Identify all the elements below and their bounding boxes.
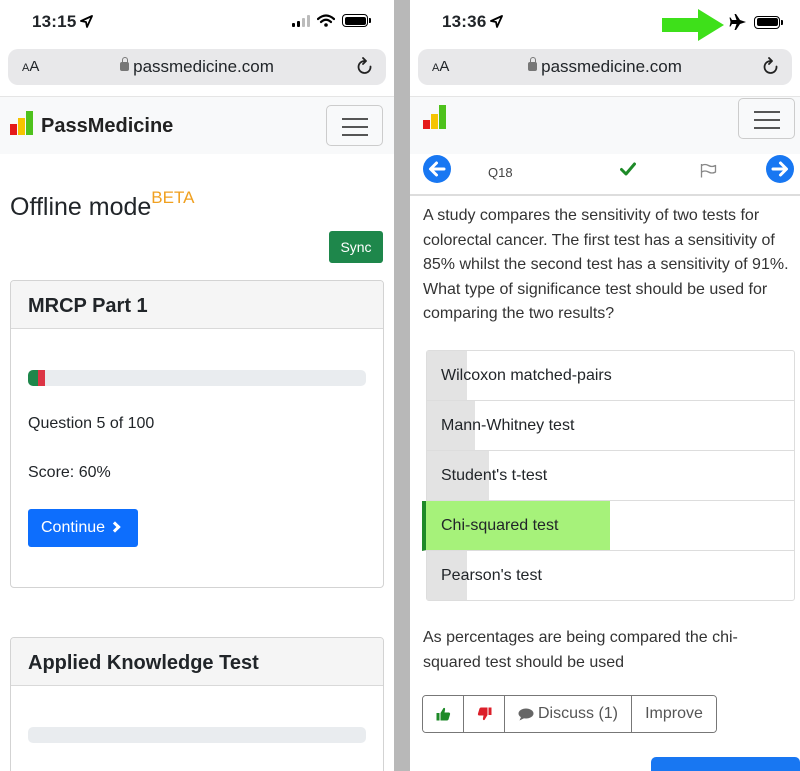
wifi-icon	[317, 14, 335, 27]
url-domain[interactable]: passmedicine.com	[418, 57, 792, 77]
signal-icon	[292, 14, 310, 27]
discuss-label: Discuss (1)	[537, 705, 618, 722]
status-bar: 13:36	[410, 0, 800, 44]
next-question-button[interactable]	[651, 757, 800, 771]
battery-icon	[342, 14, 371, 27]
reload-icon[interactable]	[356, 57, 374, 77]
sync-button[interactable]: Sync	[329, 231, 383, 263]
arrow-right-icon[interactable]	[766, 155, 794, 183]
question-progress-text: Question 5 of 100	[28, 415, 155, 432]
address-bar[interactable]: AA passmedicine.com	[8, 49, 386, 85]
checkmark-icon	[620, 162, 636, 176]
comment-icon	[518, 708, 534, 720]
answer-explanation: As percentages are being compared the ch…	[423, 629, 738, 671]
continue-label: Continue	[41, 519, 106, 536]
card-title: Applied Knowledge Test	[11, 638, 383, 686]
brand-logo-icon[interactable]	[10, 111, 33, 135]
discuss-button[interactable]: Discuss (1)	[505, 696, 632, 732]
thumbs-down-icon	[477, 707, 491, 721]
question-number: Q18	[488, 165, 513, 180]
domain-text: passmedicine.com	[541, 57, 682, 76]
progress-bar	[28, 370, 366, 386]
continue-button[interactable]: Continue	[28, 509, 138, 547]
status-icons	[729, 14, 783, 30]
feedback-button-group: Discuss (1) Improve	[422, 695, 717, 733]
domain-text: passmedicine.com	[133, 57, 274, 76]
course-card-mrcp: MRCP Part 1 Question 5 of 100 Score: 60%…	[10, 280, 384, 588]
annotation-arrow-icon	[662, 9, 724, 41]
page-title: Offline modeBETA	[10, 188, 194, 222]
answer-option[interactable]: Student's t-test	[427, 451, 794, 501]
location-arrow-icon	[80, 15, 93, 28]
course-card-akt: Applied Knowledge Test	[10, 637, 384, 771]
improve-button[interactable]: Improve	[632, 696, 716, 732]
chevron-right-icon	[109, 521, 121, 533]
question-navigation: Q18	[410, 154, 800, 196]
url-domain[interactable]: passmedicine.com	[8, 57, 386, 77]
answer-label: Mann-Whitney test	[441, 417, 575, 434]
brand-logo-icon[interactable]	[423, 105, 446, 129]
question-stem: A study compares the sensitivity of two …	[423, 207, 789, 322]
location-arrow-icon	[490, 15, 503, 28]
progress-bar	[28, 727, 366, 743]
status-bar: 13:15	[0, 0, 394, 44]
answer-option[interactable]: Wilcoxon matched-pairs	[427, 351, 794, 401]
flag-icon[interactable]	[700, 163, 717, 178]
progress-incorrect	[38, 370, 45, 386]
hamburger-icon[interactable]	[738, 98, 795, 139]
battery-icon	[754, 15, 783, 29]
status-icons	[292, 14, 371, 27]
thumbs-up-icon	[436, 707, 450, 721]
answer-option[interactable]: Mann-Whitney test	[427, 401, 794, 451]
address-bar[interactable]: AA passmedicine.com	[418, 49, 792, 85]
card-title: MRCP Part 1	[11, 281, 383, 329]
reload-icon[interactable]	[762, 57, 780, 77]
progress-correct	[28, 370, 39, 386]
beta-badge: BETA	[151, 188, 195, 207]
airplane-icon	[729, 14, 746, 30]
answer-label: Pearson's test	[441, 567, 542, 584]
answer-label: Chi-squared test	[441, 517, 559, 534]
answer-option[interactable]: Pearson's test	[427, 551, 794, 600]
answer-label: Student's t-test	[441, 467, 548, 484]
site-navbar: PassMedicine	[0, 96, 394, 154]
answer-option-correct[interactable]: Chi-squared test	[422, 501, 794, 551]
page-title-text: Offline mode	[10, 193, 152, 221]
answer-label: Wilcoxon matched-pairs	[441, 367, 612, 384]
status-time: 13:36	[442, 12, 487, 31]
lock-icon	[120, 57, 130, 71]
right-screenshot: 13:36 AA passmedicine.com Q18 A study co…	[410, 0, 800, 771]
brand-name[interactable]: PassMedicine	[41, 115, 173, 138]
hamburger-icon[interactable]	[326, 105, 383, 146]
status-time: 13:15	[32, 12, 77, 31]
left-screenshot: 13:15 AA passmedicine.com PassMedicine O…	[0, 0, 394, 771]
thumbs-down-button[interactable]	[464, 696, 505, 732]
lock-icon	[528, 57, 538, 71]
answer-list: Wilcoxon matched-pairs Mann-Whitney test…	[422, 350, 795, 601]
site-navbar	[410, 96, 800, 154]
arrow-left-icon[interactable]	[423, 155, 451, 183]
score-text: Score: 60%	[28, 464, 111, 481]
thumbs-up-button[interactable]	[423, 696, 464, 732]
